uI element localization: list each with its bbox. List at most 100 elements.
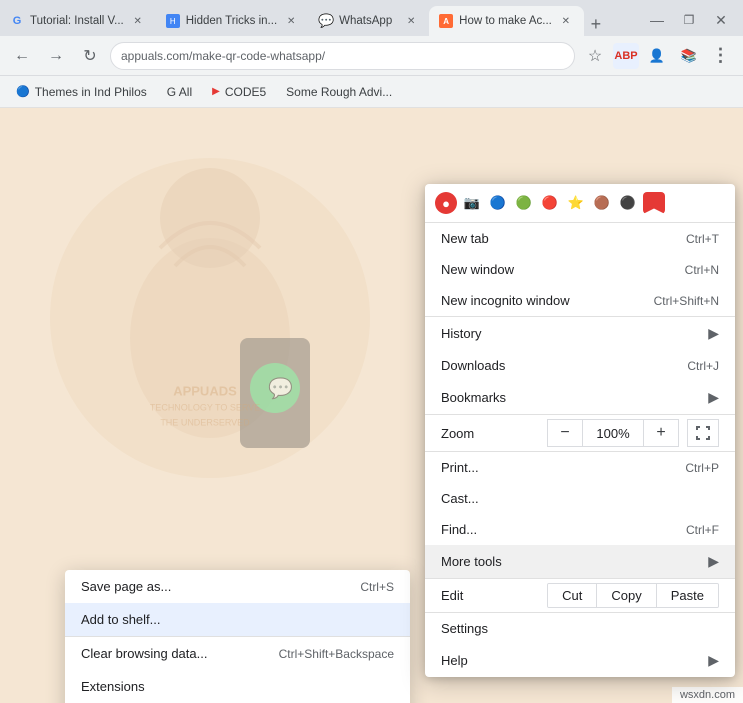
favicon-whatsapp: 💬 [319,14,333,28]
toolbar-right: ☆ ABP 👤 📚 ⋮ [581,42,735,70]
context-save-page[interactable]: Save page as... Ctrl+S [65,570,410,603]
cast-button[interactable]: 📚 [675,42,703,70]
context-add-to-shelf[interactable]: Add to shelf... [65,603,410,636]
menu-new-window[interactable]: New window Ctrl+N [425,254,735,285]
menu-incognito-label: New incognito window [441,293,638,308]
tab-close-whatsapp[interactable]: ✕ [403,13,419,29]
bookmark-button[interactable]: ☆ [581,42,609,70]
zoom-minus-button[interactable]: − [547,419,583,447]
new-tab-button[interactable]: + [584,12,608,36]
zoom-row: Zoom − 100% + [425,415,735,451]
tab-hidden[interactable]: H Hidden Tricks in... ✕ [156,6,309,36]
menu-button[interactable]: ⋮ [707,42,735,70]
ext-icon-9[interactable]: 🔖 [643,192,665,214]
address-text: appuals.com/make-qr-code-whatsapp/ [121,49,325,63]
copy-button[interactable]: Copy [597,584,656,607]
bookmark-themes[interactable]: 🔵 Themes in Ind Philos [8,82,155,102]
edit-row: Edit Cut Copy Paste [425,579,735,612]
bookmark-rough-label: Some Rough Advi... [286,85,392,99]
bookmarks-bar: 🔵 Themes in Ind Philos G All ▶ CODE5 Som… [0,76,743,108]
menu-new-tab-label: New tab [441,231,670,246]
menu-help-arrow: ▶ [708,652,719,669]
tab-close-hidden[interactable]: ✕ [283,13,299,29]
ext-icon-1[interactable]: ● [435,192,457,214]
zoom-fullscreen-button[interactable] [687,419,719,447]
menu-incognito[interactable]: New incognito window Ctrl+Shift+N [425,285,735,316]
back-button[interactable]: ← [8,42,36,70]
menu-history[interactable]: History ▶ [425,317,735,350]
tab-close-tutorial[interactable]: ✕ [130,13,146,29]
edit-buttons: Cut Copy Paste [547,583,719,608]
tab-tutorial[interactable]: G Tutorial: Install V... ✕ [0,6,156,36]
cut-button[interactable]: Cut [548,584,597,607]
menu-bookmarks-arrow: ▶ [708,389,719,406]
close-button[interactable]: ✕ [707,8,735,32]
menu-more-tools[interactable]: More tools ▶ [425,545,735,578]
context-clear-browsing[interactable]: Clear browsing data... Ctrl+Shift+Backsp… [65,636,410,670]
tab-close-howtomake[interactable]: ✕ [558,13,574,29]
paste-button[interactable]: Paste [657,584,718,607]
bookmark-code5[interactable]: ▶ CODE5 [204,82,274,102]
menu-bookmarks[interactable]: Bookmarks ▶ [425,381,735,414]
menu-more-tools-arrow: ▶ [708,553,719,570]
menu-downloads-shortcut: Ctrl+J [687,359,719,373]
menu-section-new: New tab Ctrl+T New window Ctrl+N New inc… [425,223,735,317]
tab-whatsapp[interactable]: 💬 WhatsApp ✕ [309,6,429,36]
tab-howtomake[interactable]: A How to make Ac... ✕ [429,6,584,36]
context-extensions[interactable]: Extensions [65,670,410,703]
menu-help-label: Help [441,653,700,668]
ext-icon-4[interactable]: 🟢 [513,192,535,214]
menu-incognito-shortcut: Ctrl+Shift+N [654,294,719,308]
menu-more-tools-label: More tools [441,554,700,569]
bookmark-gall[interactable]: G All [159,82,200,102]
page-watermark: APPUADSTECHNOLOGY TO SERVETHE UNDERSERVE… [150,383,260,428]
ext-icon-7[interactable]: 🟤 [591,192,613,214]
menu-print-label: Print... [441,460,669,475]
ext-icon-6[interactable]: ⭐ [565,192,587,214]
menu-find-shortcut: Ctrl+F [686,523,719,537]
menu-find[interactable]: Find... Ctrl+F [425,514,735,545]
zoom-plus-button[interactable]: + [643,419,679,447]
menu-cast-label: Cast... [441,491,719,506]
bg-circle-svg: 💬 [20,118,410,518]
bookmark-rough[interactable]: Some Rough Advi... [278,82,400,102]
context-menu: Save page as... Ctrl+S Add to shelf... C… [65,570,410,703]
address-bar[interactable]: appuals.com/make-qr-code-whatsapp/ [110,42,575,70]
forward-button[interactable]: → [42,42,70,70]
menu-print-shortcut: Ctrl+P [685,461,719,475]
menu-new-window-label: New window [441,262,669,277]
favicon-howtomake: A [439,14,453,28]
ext-icon-3[interactable]: 🔵 [487,192,509,214]
ext-icon-2[interactable]: 📷 [461,192,483,214]
tab-bar: G Tutorial: Install V... ✕ H Hidden Tric… [0,0,743,36]
zoom-value-display: 100% [583,419,643,447]
menu-print[interactable]: Print... Ctrl+P [425,452,735,483]
menu-new-window-shortcut: Ctrl+N [685,263,719,277]
menu-help[interactable]: Help ▶ [425,644,735,677]
menu-section-tools: Print... Ctrl+P Cast... Find... Ctrl+F M… [425,452,735,579]
reload-button[interactable]: ↻ [76,42,104,70]
restore-button[interactable]: ❐ [675,8,703,32]
bookmark-code5-label: CODE5 [225,85,266,99]
adblock-button[interactable]: ABP [613,43,639,69]
minimize-button[interactable]: — [643,8,671,32]
menu-bookmarks-label: Bookmarks [441,390,700,405]
bookmark-themes-label: Themes in Ind Philos [35,85,147,99]
context-save-label: Save page as... [81,579,360,594]
fullscreen-icon [695,425,711,441]
menu-section-edit: Edit Cut Copy Paste [425,579,735,613]
profile-button[interactable]: 👤 [643,42,671,70]
menu-downloads[interactable]: Downloads Ctrl+J [425,350,735,381]
ext-icon-5[interactable]: 🔴 [539,192,561,214]
ext-icon-8[interactable]: ⚫ [617,192,639,214]
menu-new-tab[interactable]: New tab Ctrl+T [425,223,735,254]
menu-downloads-label: Downloads [441,358,671,373]
page-content: 💬 APPUADSTECHNOLOGY TO SERVETHE UNDERSER… [0,108,743,703]
menu-cast[interactable]: Cast... [425,483,735,514]
menu-settings[interactable]: Settings [425,613,735,644]
tab-title-hidden: Hidden Tricks in... [186,15,277,27]
zoom-label: Zoom [441,426,547,441]
zoom-controls: − 100% + [547,419,679,447]
extension-icons-row: ● 📷 🔵 🟢 🔴 ⭐ 🟤 ⚫ 🔖 [425,184,735,223]
status-text: wsxdn.com [680,689,735,701]
